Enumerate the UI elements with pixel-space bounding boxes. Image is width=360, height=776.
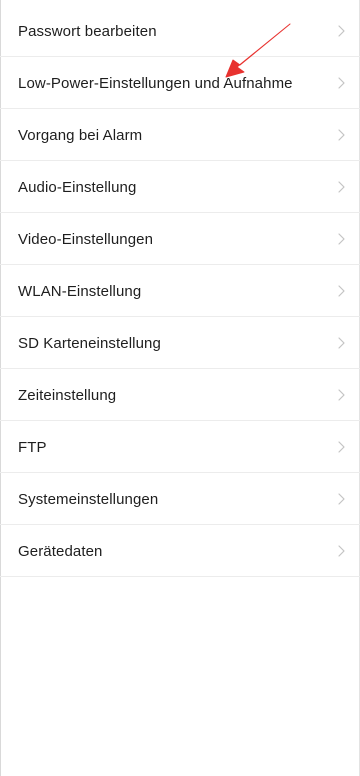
settings-list: Passwort bearbeiten Low-Power-Einstellun… — [0, 5, 360, 577]
settings-item-system[interactable]: Systemeinstellungen — [0, 473, 360, 525]
settings-item-passwort[interactable]: Passwort bearbeiten — [0, 5, 360, 57]
chevron-right-icon — [334, 388, 348, 402]
chevron-right-icon — [334, 336, 348, 350]
chevron-right-icon — [334, 492, 348, 506]
settings-item-low-power[interactable]: Low-Power-Einstellungen und Aufnahme — [0, 57, 360, 109]
chevron-right-icon — [334, 76, 348, 90]
settings-item-ftp[interactable]: FTP — [0, 421, 360, 473]
settings-item-label: FTP — [18, 438, 47, 456]
settings-item-label: Audio-Einstellung — [18, 178, 137, 196]
settings-item-label: WLAN-Einstellung — [18, 282, 142, 300]
settings-item-label: Passwort bearbeiten — [18, 22, 157, 40]
settings-item-label: Zeiteinstellung — [18, 386, 117, 404]
settings-item-alarm[interactable]: Vorgang bei Alarm — [0, 109, 360, 161]
settings-item-wlan[interactable]: WLAN-Einstellung — [0, 265, 360, 317]
chevron-right-icon — [334, 440, 348, 454]
settings-item-label: SD Karteneinstellung — [18, 334, 161, 352]
settings-screen: Passwort bearbeiten Low-Power-Einstellun… — [0, 0, 360, 776]
settings-item-time[interactable]: Zeiteinstellung — [0, 369, 360, 421]
settings-item-device-info[interactable]: Gerätedaten — [0, 525, 360, 577]
settings-item-label: Systemeinstellungen — [18, 490, 159, 508]
chevron-right-icon — [334, 544, 348, 558]
chevron-right-icon — [334, 232, 348, 246]
settings-item-label: Low-Power-Einstellungen und Aufnahme — [18, 74, 293, 92]
chevron-right-icon — [334, 128, 348, 142]
settings-item-label: Gerätedaten — [18, 542, 103, 560]
settings-item-video[interactable]: Video-Einstellungen — [0, 213, 360, 265]
settings-item-label: Vorgang bei Alarm — [18, 126, 143, 144]
chevron-right-icon — [334, 24, 348, 38]
chevron-right-icon — [334, 284, 348, 298]
settings-item-audio[interactable]: Audio-Einstellung — [0, 161, 360, 213]
chevron-right-icon — [334, 180, 348, 194]
settings-item-sd-card[interactable]: SD Karteneinstellung — [0, 317, 360, 369]
settings-item-label: Video-Einstellungen — [18, 230, 154, 248]
